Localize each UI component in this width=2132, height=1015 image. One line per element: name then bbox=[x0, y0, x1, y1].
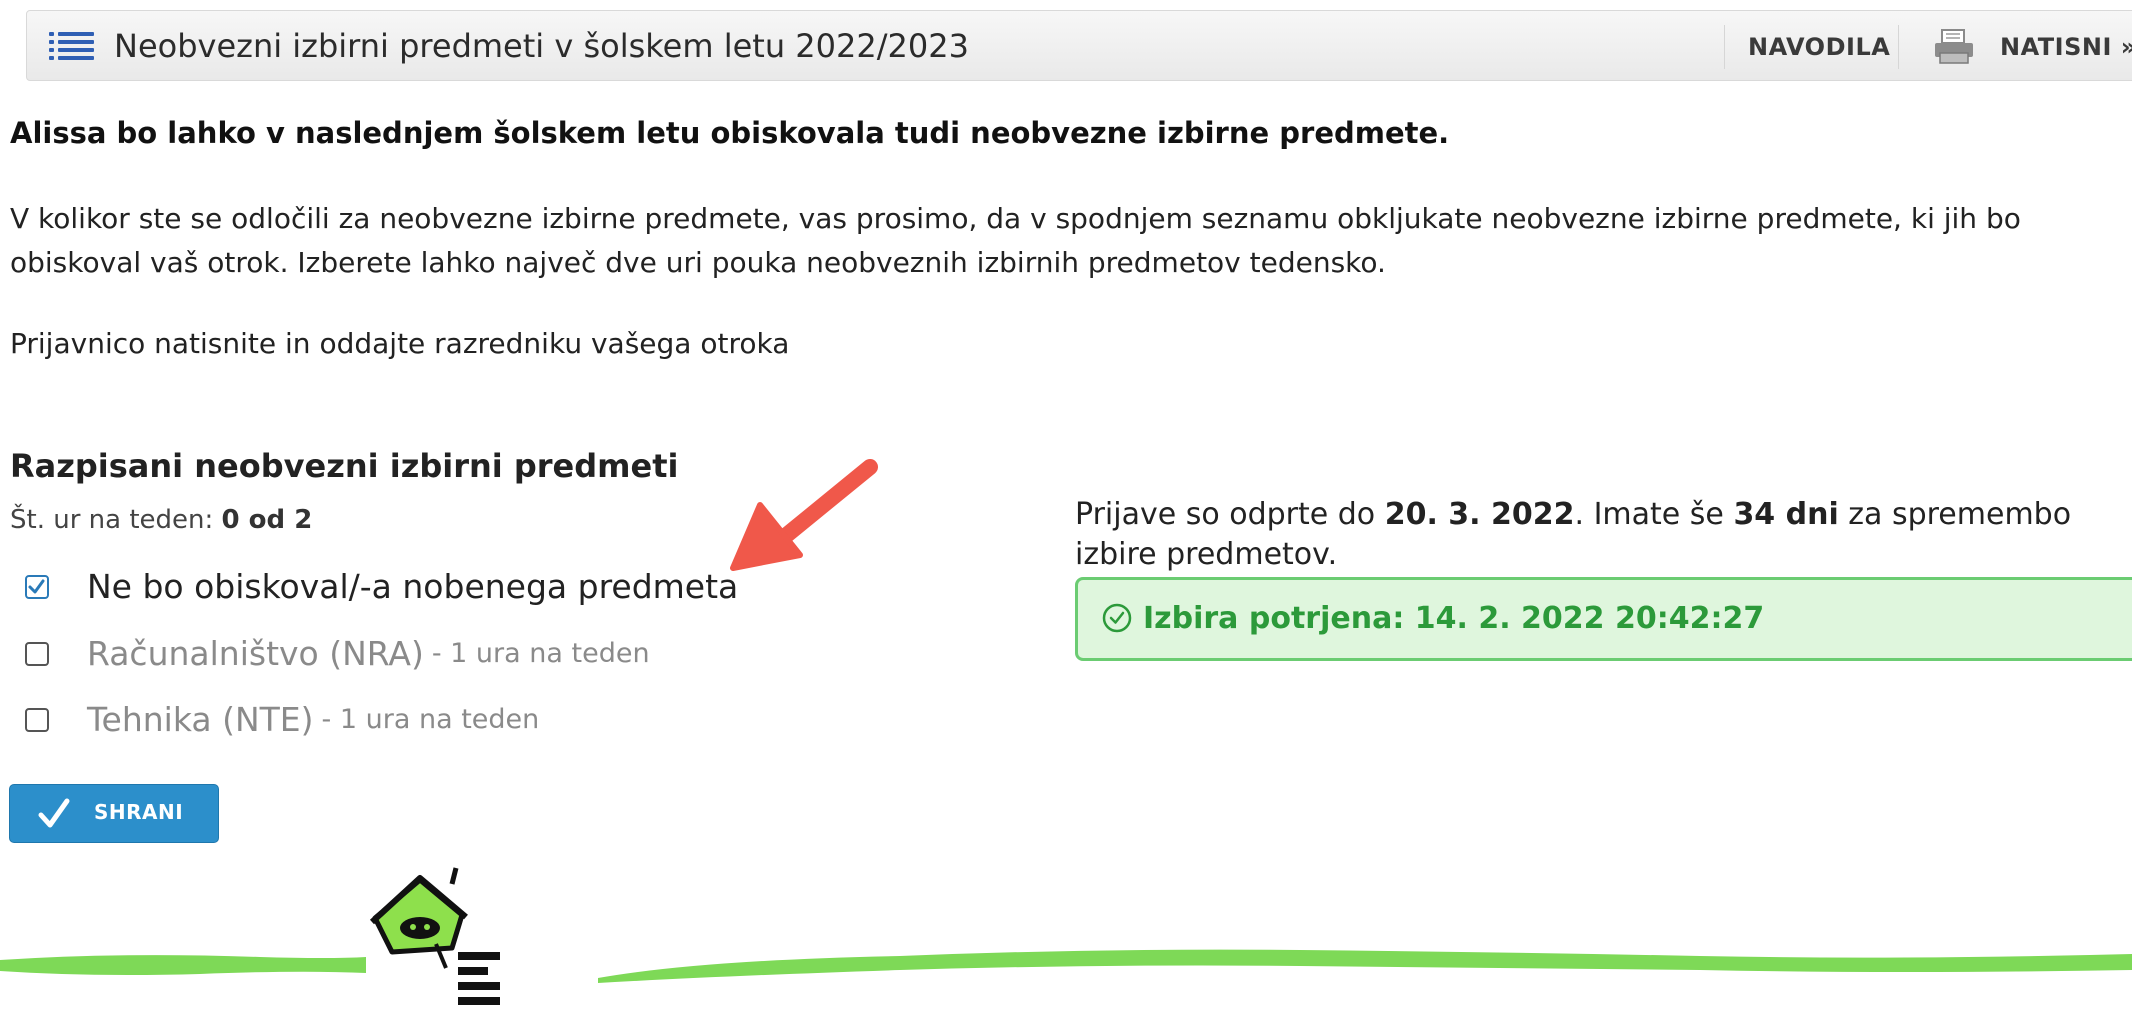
print-button[interactable]: NATISNI » bbox=[2000, 33, 2132, 61]
save-button[interactable]: SHRANI bbox=[9, 784, 219, 843]
page-header: Neobvezni izbirni predmeti v šolskem let… bbox=[26, 10, 2132, 81]
checkmark-icon bbox=[28, 579, 45, 593]
footer-decoration bbox=[0, 867, 2132, 1005]
option-detail: - 1 ura na teden bbox=[321, 704, 540, 735]
checkbox-checked[interactable] bbox=[25, 574, 49, 599]
section-title: Razpisani neobvezni izbirni predmeti bbox=[10, 447, 679, 485]
arrow-icon bbox=[730, 459, 878, 571]
header-divider bbox=[1724, 25, 1725, 69]
option-technics[interactable]: Tehnika (NTE) - 1 ura na teden bbox=[25, 700, 539, 739]
option-label: Računalništvo (NRA) bbox=[87, 634, 424, 673]
list-icon bbox=[49, 30, 95, 62]
intro-paragraph: V kolikor ste se odločili za neobvezne i… bbox=[10, 202, 2021, 279]
option-label: Ne bo obiskoval/-a nobenega predmeta bbox=[87, 567, 739, 606]
deadline-info: Prijave so odprte do 20. 3. 2022. Imate … bbox=[1075, 495, 2130, 575]
print-note: Prijavnico natisnite in oddajte razredni… bbox=[10, 327, 790, 360]
school-logo bbox=[369, 867, 500, 1005]
instructions-button[interactable]: NAVODILA bbox=[1748, 33, 1890, 61]
hours-label: Št. ur na teden: bbox=[10, 505, 214, 535]
save-label: SHRANI bbox=[94, 800, 184, 824]
deadline-date: 20. 3. 2022 bbox=[1384, 497, 1575, 532]
checkbox[interactable] bbox=[25, 707, 49, 732]
printer-icon[interactable] bbox=[1933, 29, 1975, 65]
deadline-middle: . Imate še bbox=[1574, 497, 1724, 532]
hours-value: 0 od 2 bbox=[221, 505, 313, 535]
checkmark-icon bbox=[38, 798, 70, 828]
option-label: Tehnika (NTE) bbox=[87, 700, 314, 739]
check-circle-icon bbox=[1102, 603, 1132, 633]
days-remaining: 34 dni bbox=[1733, 497, 1839, 532]
header-divider bbox=[1898, 25, 1899, 69]
page-title: Neobvezni izbirni predmeti v šolskem let… bbox=[114, 27, 969, 65]
confirmation-text: Izbira potrjena: 14. 2. 2022 20:42:27 bbox=[1143, 601, 1765, 636]
deadline-prefix: Prijave so odprte do bbox=[1075, 497, 1376, 532]
intro-heading: Alissa bo lahko v naslednjem šolskem let… bbox=[10, 116, 1450, 150]
option-none[interactable]: Ne bo obiskoval/-a nobenega predmeta bbox=[25, 567, 738, 606]
option-detail: - 1 ura na teden bbox=[431, 638, 650, 669]
confirmation-box: Izbira potrjena: 14. 2. 2022 20:42:27 bbox=[1075, 577, 2132, 661]
checkbox[interactable] bbox=[25, 641, 49, 666]
hours-per-week: Št. ur na teden: 0 od 2 bbox=[10, 505, 312, 535]
option-computing[interactable]: Računalništvo (NRA) - 1 ura na teden bbox=[25, 634, 650, 673]
